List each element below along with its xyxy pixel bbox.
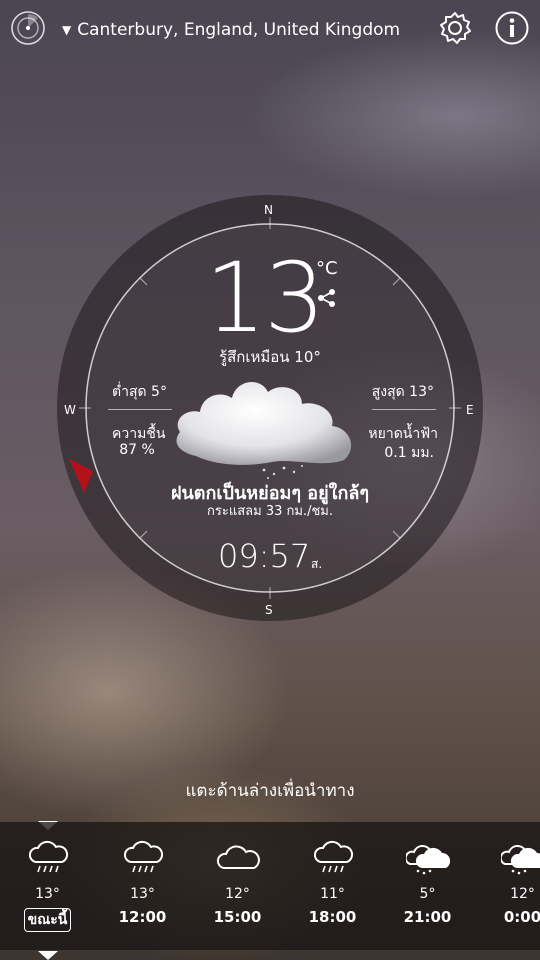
location-label: Canterbury, England, United Kingdom [77,20,401,40]
hourly-time: 15:00 [213,908,262,926]
location-selector[interactable]: ▼ Canterbury, England, United Kingdom [62,18,400,42]
info-icon[interactable] [494,10,530,46]
humidity-value: 87 % [119,442,155,458]
compass-west: W [64,403,76,417]
hourly-temperature: 11° [320,886,345,902]
hourly-item[interactable]: 5° 21:00 [380,840,475,926]
time-period: ส. [311,557,323,571]
rain-cloud-icon [311,840,355,876]
navigation-hint: แตะด้านล่างเพื่อนำทาง [185,781,355,801]
current-time: 09:57 [218,537,311,575]
feels-like: รู้สึกเหมือน 10° [219,348,321,366]
hourly-time: 0:00 [503,908,540,926]
hourly-time: 18:00 [308,908,357,926]
divider [372,409,436,410]
divider [108,409,172,410]
hourly-temperature: 5° [419,886,436,902]
hourly-time-now: ขณะนี้ [23,908,72,932]
rain-cloud-icon [26,840,70,876]
share-icon[interactable] [316,288,338,308]
hourly-temperature: 12° [510,886,535,902]
gear-icon[interactable] [437,10,473,46]
rain-cloud-icon [172,372,362,482]
radar-icon[interactable] [10,10,46,46]
hourly-time: 21:00 [403,908,452,926]
hourly-item[interactable]: 12° 0:00 [475,840,540,926]
hourly-item[interactable]: 13° ขณะนี้ [0,840,95,932]
wind-speed: กระแสลม 33 กม./ชม. [207,504,333,519]
snow-cloud-icon [499,840,540,876]
hourly-temperature: 13° [35,886,60,902]
strip-indicator-bottom [38,951,58,960]
hourly-item[interactable]: 13° 12:00 [95,840,190,926]
hourly-temperature: 12° [225,886,250,902]
snow-cloud-icon [404,840,450,876]
cloud-icon [216,840,260,876]
hourly-time: 12:00 [118,908,167,926]
compass-east: E [466,403,474,417]
hourly-temperature: 13° [130,886,155,902]
low-temperature: ต่ำสุด 5° [112,384,167,400]
compass-north: N [264,203,273,217]
compass-south: S [265,603,273,617]
temperature-unit: °C [316,258,338,279]
current-temperature: 13 [205,242,325,354]
hourly-item[interactable]: 12° 15:00 [190,840,285,926]
rain-cloud-icon [121,840,165,876]
dropdown-arrow-icon: ▼ [62,23,72,37]
hourly-item[interactable]: 11° 18:00 [285,840,380,926]
top-bar: ▼ Canterbury, England, United Kingdom [0,0,540,60]
